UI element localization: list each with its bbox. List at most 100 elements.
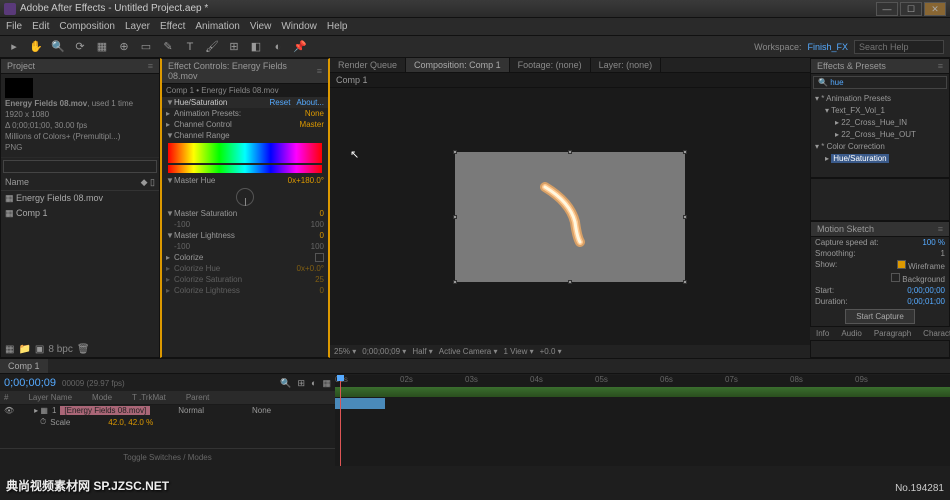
panel-menu-icon[interactable]: ≡ [317,66,322,76]
panel-menu-icon[interactable]: ≡ [938,61,943,71]
camera-tool-icon[interactable]: ▦ [94,39,110,55]
effect-property-row[interactable]: ▼Master Lightness0 [162,230,328,241]
mini-tab-audio[interactable]: Audio [835,327,867,340]
effect-property-row[interactable]: ▸Colorize Lightness0 [162,285,328,296]
fx-toggle-icon[interactable]: ▼ [166,98,174,107]
panel-menu-icon[interactable]: ≡ [938,224,943,234]
mini-tab-character[interactable]: Character [917,327,950,340]
close-button[interactable]: ✕ [924,2,946,16]
scale-value[interactable]: 42.0, 42.0 % [108,418,153,427]
col-type-icon[interactable]: ◆ ▯ [141,177,155,188]
preset-tree-item[interactable]: ▾ Text_FX_Vol_1 [815,105,945,117]
start-capture-button[interactable]: Start Capture [845,309,915,324]
viewer-tab[interactable]: Composition: Comp 1 [406,58,510,72]
timeline-column-header[interactable]: Layer Name [28,393,72,402]
preset-tree-item[interactable]: ▸ 22_Cross_Hue_OUT [815,129,945,141]
effect-property-row[interactable]: ▸Animation Presets:None [162,108,328,119]
effect-controls-tab[interactable]: Effect Controls: Energy Fields 08.mov [168,61,317,81]
motion-sketch-tab[interactable]: Motion Sketch [817,224,874,234]
viewer-status-item[interactable]: +0.0 ▾ [540,347,562,356]
stopwatch-icon[interactable]: ⏱ [40,417,46,427]
zoom-tool-icon[interactable]: 🔍 [50,39,66,55]
viewer-tab[interactable]: Render Queue [330,58,406,72]
timeline-column-header[interactable]: Mode [92,393,112,402]
viewer-status-item[interactable]: 1 View ▾ [503,347,533,356]
workspace-dropdown[interactable]: Finish_FX [807,42,848,52]
panel-menu-icon[interactable]: ≡ [148,61,153,71]
transform-handle[interactable] [568,150,572,154]
eraser-tool-icon[interactable]: ◧ [248,39,264,55]
about-link[interactable]: About... [296,98,324,107]
effect-property-row[interactable]: ▸Colorize [162,252,328,263]
puppet-tool-icon[interactable]: 📌 [292,39,308,55]
tl-search-icon[interactable]: 🔍 [280,378,291,389]
pen-tool-icon[interactable]: ✎ [160,39,176,55]
viewer-tab[interactable]: Footage: (none) [510,58,591,72]
text-tool-icon[interactable]: T [182,39,198,55]
viewer-status-item[interactable]: 25% ▾ [334,347,356,356]
timeline-column-header[interactable]: # [4,393,8,402]
effect-property-row[interactable]: ▸Colorize Hue0x+0.0° [162,263,328,274]
tl-icon[interactable]: ▦ [322,378,331,389]
menu-view[interactable]: View [250,21,272,32]
maximize-button[interactable]: ☐ [900,2,922,16]
playhead[interactable] [340,375,341,466]
timecode[interactable]: 0;00;00;09 [4,377,56,389]
reset-link[interactable]: Reset [270,98,291,107]
transform-handle[interactable] [683,280,687,284]
timeline-track-area[interactable]: 01s02s03s04s05s06s07s08s09s [335,375,950,466]
brush-tool-icon[interactable]: 🖌 [204,39,220,55]
timeline-column-header[interactable]: Parent [186,393,210,402]
effects-presets-tab[interactable]: Effects & Presets [817,61,886,71]
toggle-switches-button[interactable]: Toggle Switches / Modes [0,448,335,466]
blend-mode-dropdown[interactable]: Normal [178,406,204,415]
col-name[interactable]: Name [5,177,29,188]
eye-icon[interactable]: 👁 [4,406,14,415]
comp-crumb[interactable]: Comp 1 [336,75,368,85]
effect-property-row[interactable]: ▼Master Saturation0 [162,208,328,219]
transform-handle[interactable] [453,215,457,219]
layer-name[interactable]: [Energy Fields 08.mov] [60,406,150,415]
transform-handle[interactable] [683,150,687,154]
preset-tree-item[interactable]: ▾ * Color Correction [815,141,945,153]
tl-icon[interactable]: ⊞ [298,378,306,389]
checkbox[interactable] [315,253,324,262]
preset-tree-item[interactable]: ▸ 22_Cross_Hue_IN [815,117,945,129]
effect-name[interactable]: Hue/Saturation [174,98,270,107]
transform-handle[interactable] [683,215,687,219]
menu-layer[interactable]: Layer [125,21,150,32]
tl-icon[interactable]: ◐ [311,378,316,388]
checkbox[interactable] [897,260,906,269]
effect-property-row[interactable]: ▸Colorize Saturation25 [162,274,328,285]
viewer-status-item[interactable]: Half ▾ [412,347,432,356]
menu-edit[interactable]: Edit [32,21,49,32]
shape-tool-icon[interactable]: ▭ [138,39,154,55]
menu-file[interactable]: File [6,21,22,32]
effect-property-row[interactable]: ▼Channel Range [162,130,328,141]
pan-behind-tool-icon[interactable]: ⊕ [116,39,132,55]
transform-handle[interactable] [453,150,457,154]
viewer-tab[interactable]: Layer: (none) [591,58,662,72]
effect-property-row[interactable]: ▸Channel ControlMaster [162,119,328,130]
project-tab[interactable]: Project [7,61,35,71]
viewer-status-item[interactable]: Active Camera ▾ [439,347,498,356]
mini-tab-info[interactable]: Info [810,327,835,340]
preset-tree-item[interactable]: ▸ Hue/Saturation [815,153,945,165]
timeline-tab[interactable]: Comp 1 [0,359,48,373]
selection-tool-icon[interactable]: ▸ [6,39,22,55]
menu-effect[interactable]: Effect [160,21,185,32]
property-row[interactable]: ⏱ Scale 42.0, 42.0 % [0,416,335,428]
effect-property-row[interactable]: ▼Master Hue0x+180.0° [162,175,328,186]
rotate-tool-icon[interactable]: ⟳ [72,39,88,55]
preset-tree-item[interactable]: ▾ * Animation Presets [815,93,945,105]
timeline-column-header[interactable]: T .TrkMat [132,393,166,402]
mini-tab-paragraph[interactable]: Paragraph [868,327,917,340]
viewer-status-item[interactable]: 0;00;00;09 ▾ [362,347,406,356]
menu-composition[interactable]: Composition [59,21,115,32]
canvas-area[interactable]: ↖ [330,88,810,345]
project-search-input[interactable] [3,160,157,173]
transform-handle[interactable] [453,280,457,284]
menu-window[interactable]: Window [281,21,317,32]
menu-help[interactable]: Help [327,21,348,32]
layer-clip[interactable] [335,398,385,409]
